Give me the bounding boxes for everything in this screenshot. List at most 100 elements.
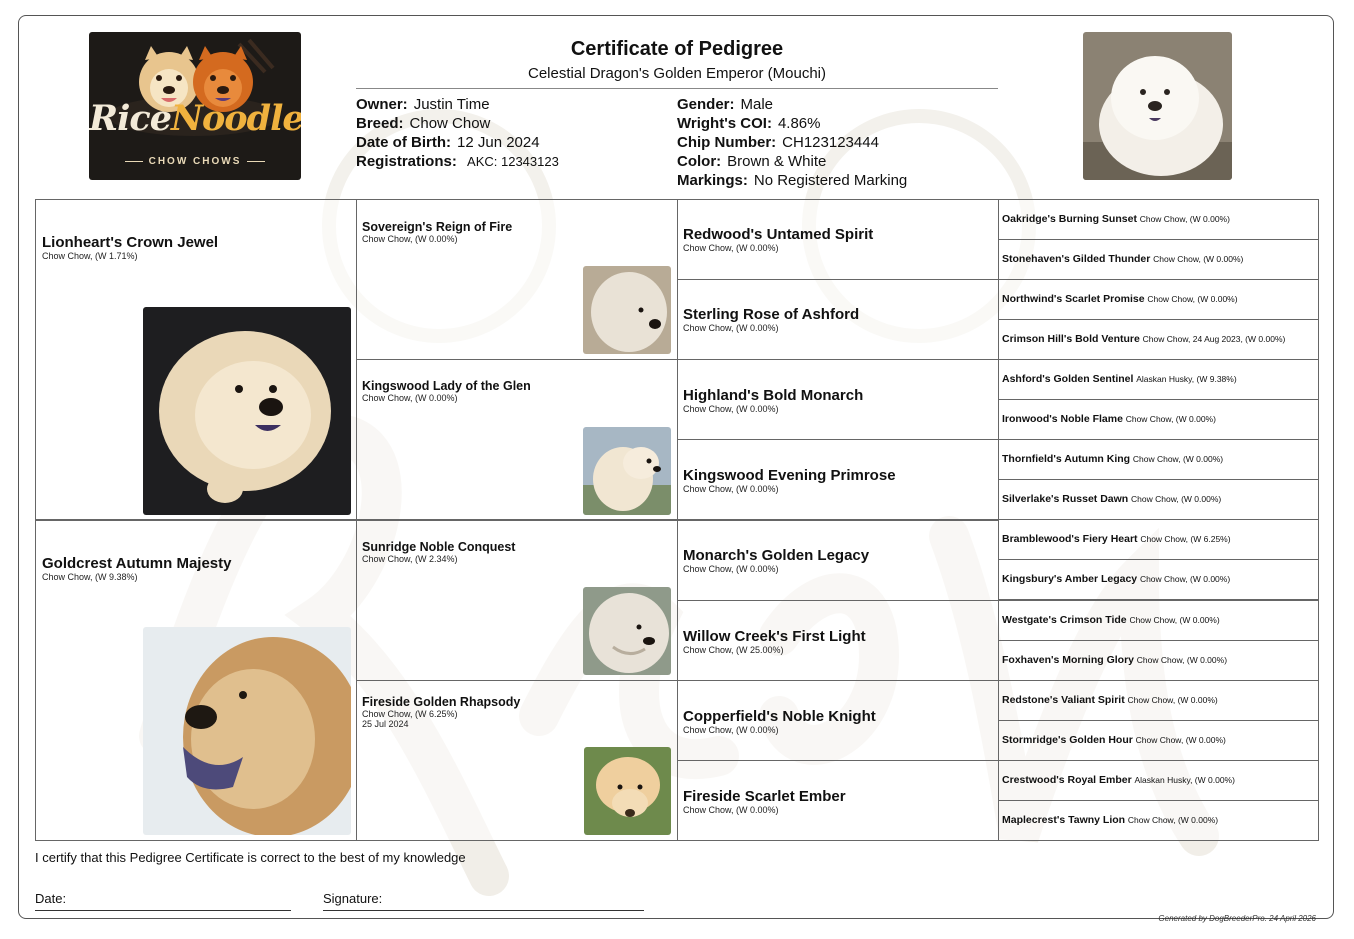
signature-label: Signature:	[323, 891, 383, 906]
gen4-cell: Kingsbury's Amber Legacy Chow Chow, (W 0…	[998, 559, 1319, 600]
ancestor-photo	[583, 427, 671, 515]
ancestor-name: Stormridge's Golden Hour	[1002, 734, 1133, 746]
ancestor-details: Chow Chow, (W 6.25%)	[1140, 534, 1231, 544]
dam-photo	[143, 627, 351, 835]
ancestor-name: Kingsbury's Amber Legacy	[1002, 573, 1138, 585]
ancestor-name: Northwind's Scarlet Promise	[1002, 293, 1145, 305]
ancestor-details: Chow Chow, (W 0.00%)	[1136, 655, 1228, 665]
color-row: Color: Brown & White	[677, 153, 827, 170]
ancestor-name: Silverlake's Russet Dawn	[1002, 493, 1129, 505]
ancestor-name: Highland's Bold Monarch	[683, 387, 864, 404]
gen4-cell: Westgate's Crimson Tide Chow Chow, (W 0.…	[998, 600, 1319, 641]
ancestor-details: Chow Chow, (W 0.00%)	[683, 243, 779, 253]
gen2-cell: Sovereign's Reign of Fire Chow Chow, (W …	[356, 199, 678, 360]
ancestor-photo	[583, 587, 671, 675]
generated-by-note: Generated by DogBreederPro. 24 April 202…	[1158, 914, 1316, 923]
gen4-cell: Northwind's Scarlet Promise Chow Chow, (…	[998, 279, 1319, 320]
dog-full-name: Celestial Dragon's Golden Emperor (Mouch…	[528, 65, 826, 82]
gen4-cell: Crimson Hill's Bold Venture Chow Chow, 2…	[998, 319, 1319, 360]
ancestor-details: Alaskan Husky, (W 0.00%)	[1134, 775, 1235, 785]
gen4-cell: Thornfield's Autumn King Chow Chow, (W 0…	[998, 439, 1319, 480]
certificate-title: Certificate of Pedigree	[570, 38, 784, 60]
dam-name: Goldcrest Autumn Majesty	[42, 555, 232, 572]
dam-details: Chow Chow, (W 9.38%)	[42, 572, 138, 582]
certification-statement: I certify that this Pedigree Certificate…	[35, 850, 466, 865]
ancestor-photo	[583, 266, 671, 354]
ancestor-date: 25 Jul 2024	[362, 719, 409, 729]
ancestor-name: Redstone's Valiant Spirit	[1002, 694, 1125, 706]
rice-noodle-logo: RiceNoodle CHOW CHOWS	[89, 32, 301, 180]
sire-details: Chow Chow, (W 1.71%)	[42, 251, 138, 261]
ancestor-name: Willow Creek's First Light	[683, 628, 866, 645]
ancestor-details: Chow Chow, (W 0.00%)	[362, 393, 458, 403]
ancestor-details: Chow Chow, (W 0.00%)	[1135, 735, 1226, 745]
ancestor-details: Chow Chow, (W 0.00%)	[1153, 254, 1244, 264]
ancestor-name: Sunridge Noble Conquest	[362, 540, 516, 554]
gender-row: Gender: Male	[677, 96, 774, 113]
ancestor-name: Bramblewood's Fiery Heart	[1002, 533, 1138, 545]
sire-name: Lionheart's Crown Jewel	[42, 234, 219, 251]
ancestor-name: Kingswood Evening Primrose	[683, 467, 896, 484]
gen4-cell: Ironwood's Noble Flame Chow Chow, (W 0.0…	[998, 399, 1319, 440]
ancestor-name: Thornfield's Autumn King	[1002, 453, 1131, 465]
markings-row: Markings: No Registered Marking	[677, 172, 908, 189]
gen4-cell: Maplecrest's Tawny Lion Chow Chow, (W 0.…	[998, 800, 1319, 841]
title-divider	[356, 88, 998, 89]
chip-row: Chip Number: CH123123444	[677, 134, 879, 151]
coi-row: Wright's COI: 4.86%	[677, 115, 821, 132]
gen4-cell: Redstone's Valiant Spirit Chow Chow, (W …	[998, 680, 1319, 721]
gen3-cell: Copperfield's Noble Knight Chow Chow, (W …	[677, 680, 999, 761]
ancestor-details: Chow Chow, (W 0.00%)	[1125, 414, 1216, 424]
gen4-cell: Foxhaven's Morning Glory Chow Chow, (W 0…	[998, 640, 1319, 681]
dam-cell: Goldcrest Autumn Majesty Chow Chow, (W 9…	[35, 520, 357, 841]
ancestor-details: Chow Chow, 24 Aug 2023, (W 0.00%)	[1142, 334, 1286, 344]
ancestor-name: Fireside Golden Rhapsody	[362, 695, 521, 709]
gen3-cell: Monarch's Golden Legacy Chow Chow, (W 0.0…	[677, 520, 999, 601]
ancestor-name: Stonehaven's Gilded Thunder	[1002, 253, 1151, 265]
logo-tagline: CHOW CHOWS	[89, 156, 301, 167]
gen3-cell: Fireside Scarlet Ember Chow Chow, (W 0.00…	[677, 760, 999, 841]
date-label: Date:	[35, 891, 67, 906]
ancestor-name: Monarch's Golden Legacy	[683, 547, 870, 564]
ancestor-details: Chow Chow, (W 0.00%)	[1139, 574, 1231, 584]
ancestor-name: Sterling Rose of Ashford	[683, 306, 860, 323]
gen4-cell: Crestwood's Royal Ember Alaskan Husky, (…	[998, 760, 1319, 801]
ancestor-details: Chow Chow, (W 2.34%)	[362, 554, 458, 564]
main-dog-photo	[1083, 32, 1232, 180]
ancestor-details: Alaskan Husky, (W 9.38%)	[1136, 374, 1237, 384]
ancestor-details: Chow Chow, (W 0.00%)	[1139, 214, 1230, 224]
ancestor-photo	[584, 747, 671, 835]
ancestor-details: Chow Chow, (W 0.00%)	[1131, 494, 1222, 504]
gen2-cell: Sunridge Noble Conquest Chow Chow, (W 2.…	[356, 520, 678, 681]
owner-row: Owner: Justin Time	[356, 96, 490, 113]
ancestor-details: Chow Chow, (W 25.00%)	[683, 645, 784, 655]
ancestor-details: Chow Chow, (W 0.00%)	[683, 564, 779, 574]
gen3-cell: Redwood's Untamed Spirit Chow Chow, (W 0.…	[677, 199, 999, 280]
gen3-cell: Highland's Bold Monarch Chow Chow, (W 0.0…	[677, 359, 999, 440]
ancestor-name: Westgate's Crimson Tide	[1002, 614, 1127, 626]
ancestor-name: Fireside Scarlet Ember	[683, 788, 846, 805]
logo-word-noodle: Noodle	[170, 98, 301, 139]
gen4-cell: Ashford's Golden Sentinel Alaskan Husky,…	[998, 359, 1319, 400]
ancestor-details: Chow Chow, (W 0.00%)	[1127, 695, 1218, 705]
ancestor-details: Chow Chow, (W 0.00%)	[1147, 294, 1238, 304]
ancestor-name: Ironwood's Noble Flame	[1002, 413, 1123, 425]
gen3-cell: Kingswood Evening Primrose Chow Chow, (W …	[677, 439, 999, 520]
sire-cell: Lionheart's Crown Jewel Chow Chow, (W 1.…	[35, 199, 357, 520]
info-right: Gender: Male Wright's COI: 4.86% Chip Numb…	[677, 95, 907, 190]
ancestor-name: Maplecrest's Tawny Lion	[1002, 814, 1126, 826]
ancestor-details: Chow Chow, (W 0.00%)	[683, 725, 779, 735]
logo-word-rice: Rice	[89, 98, 172, 139]
gen4-cell: Stormridge's Golden Hour Chow Chow, (W 0…	[998, 720, 1319, 761]
ancestor-details: Chow Chow, (W 0.00%)	[1129, 615, 1220, 625]
gen3-cell: Willow Creek's First Light Chow Chow, (W …	[677, 600, 999, 681]
logo-wordmark: RiceNoodle	[89, 98, 301, 139]
ancestor-details: Chow Chow, (W 0.00%)	[1127, 815, 1219, 825]
ancestor-name: Sovereign's Reign of Fire	[362, 220, 513, 234]
gen3-cell: Sterling Rose of Ashford Chow Chow, (W 0.…	[677, 279, 999, 360]
ancestor-details: Chow Chow, (W 0.00%)	[683, 805, 779, 815]
ancestor-name: Crimson Hill's Bold Venture	[1002, 333, 1140, 345]
gen4-cell: Silverlake's Russet Dawn Chow Chow, (W 0…	[998, 479, 1319, 520]
ancestor-details: Chow Chow, (W 0.00%)	[1132, 454, 1224, 464]
breed-row: Breed: Chow Chow	[356, 115, 491, 132]
